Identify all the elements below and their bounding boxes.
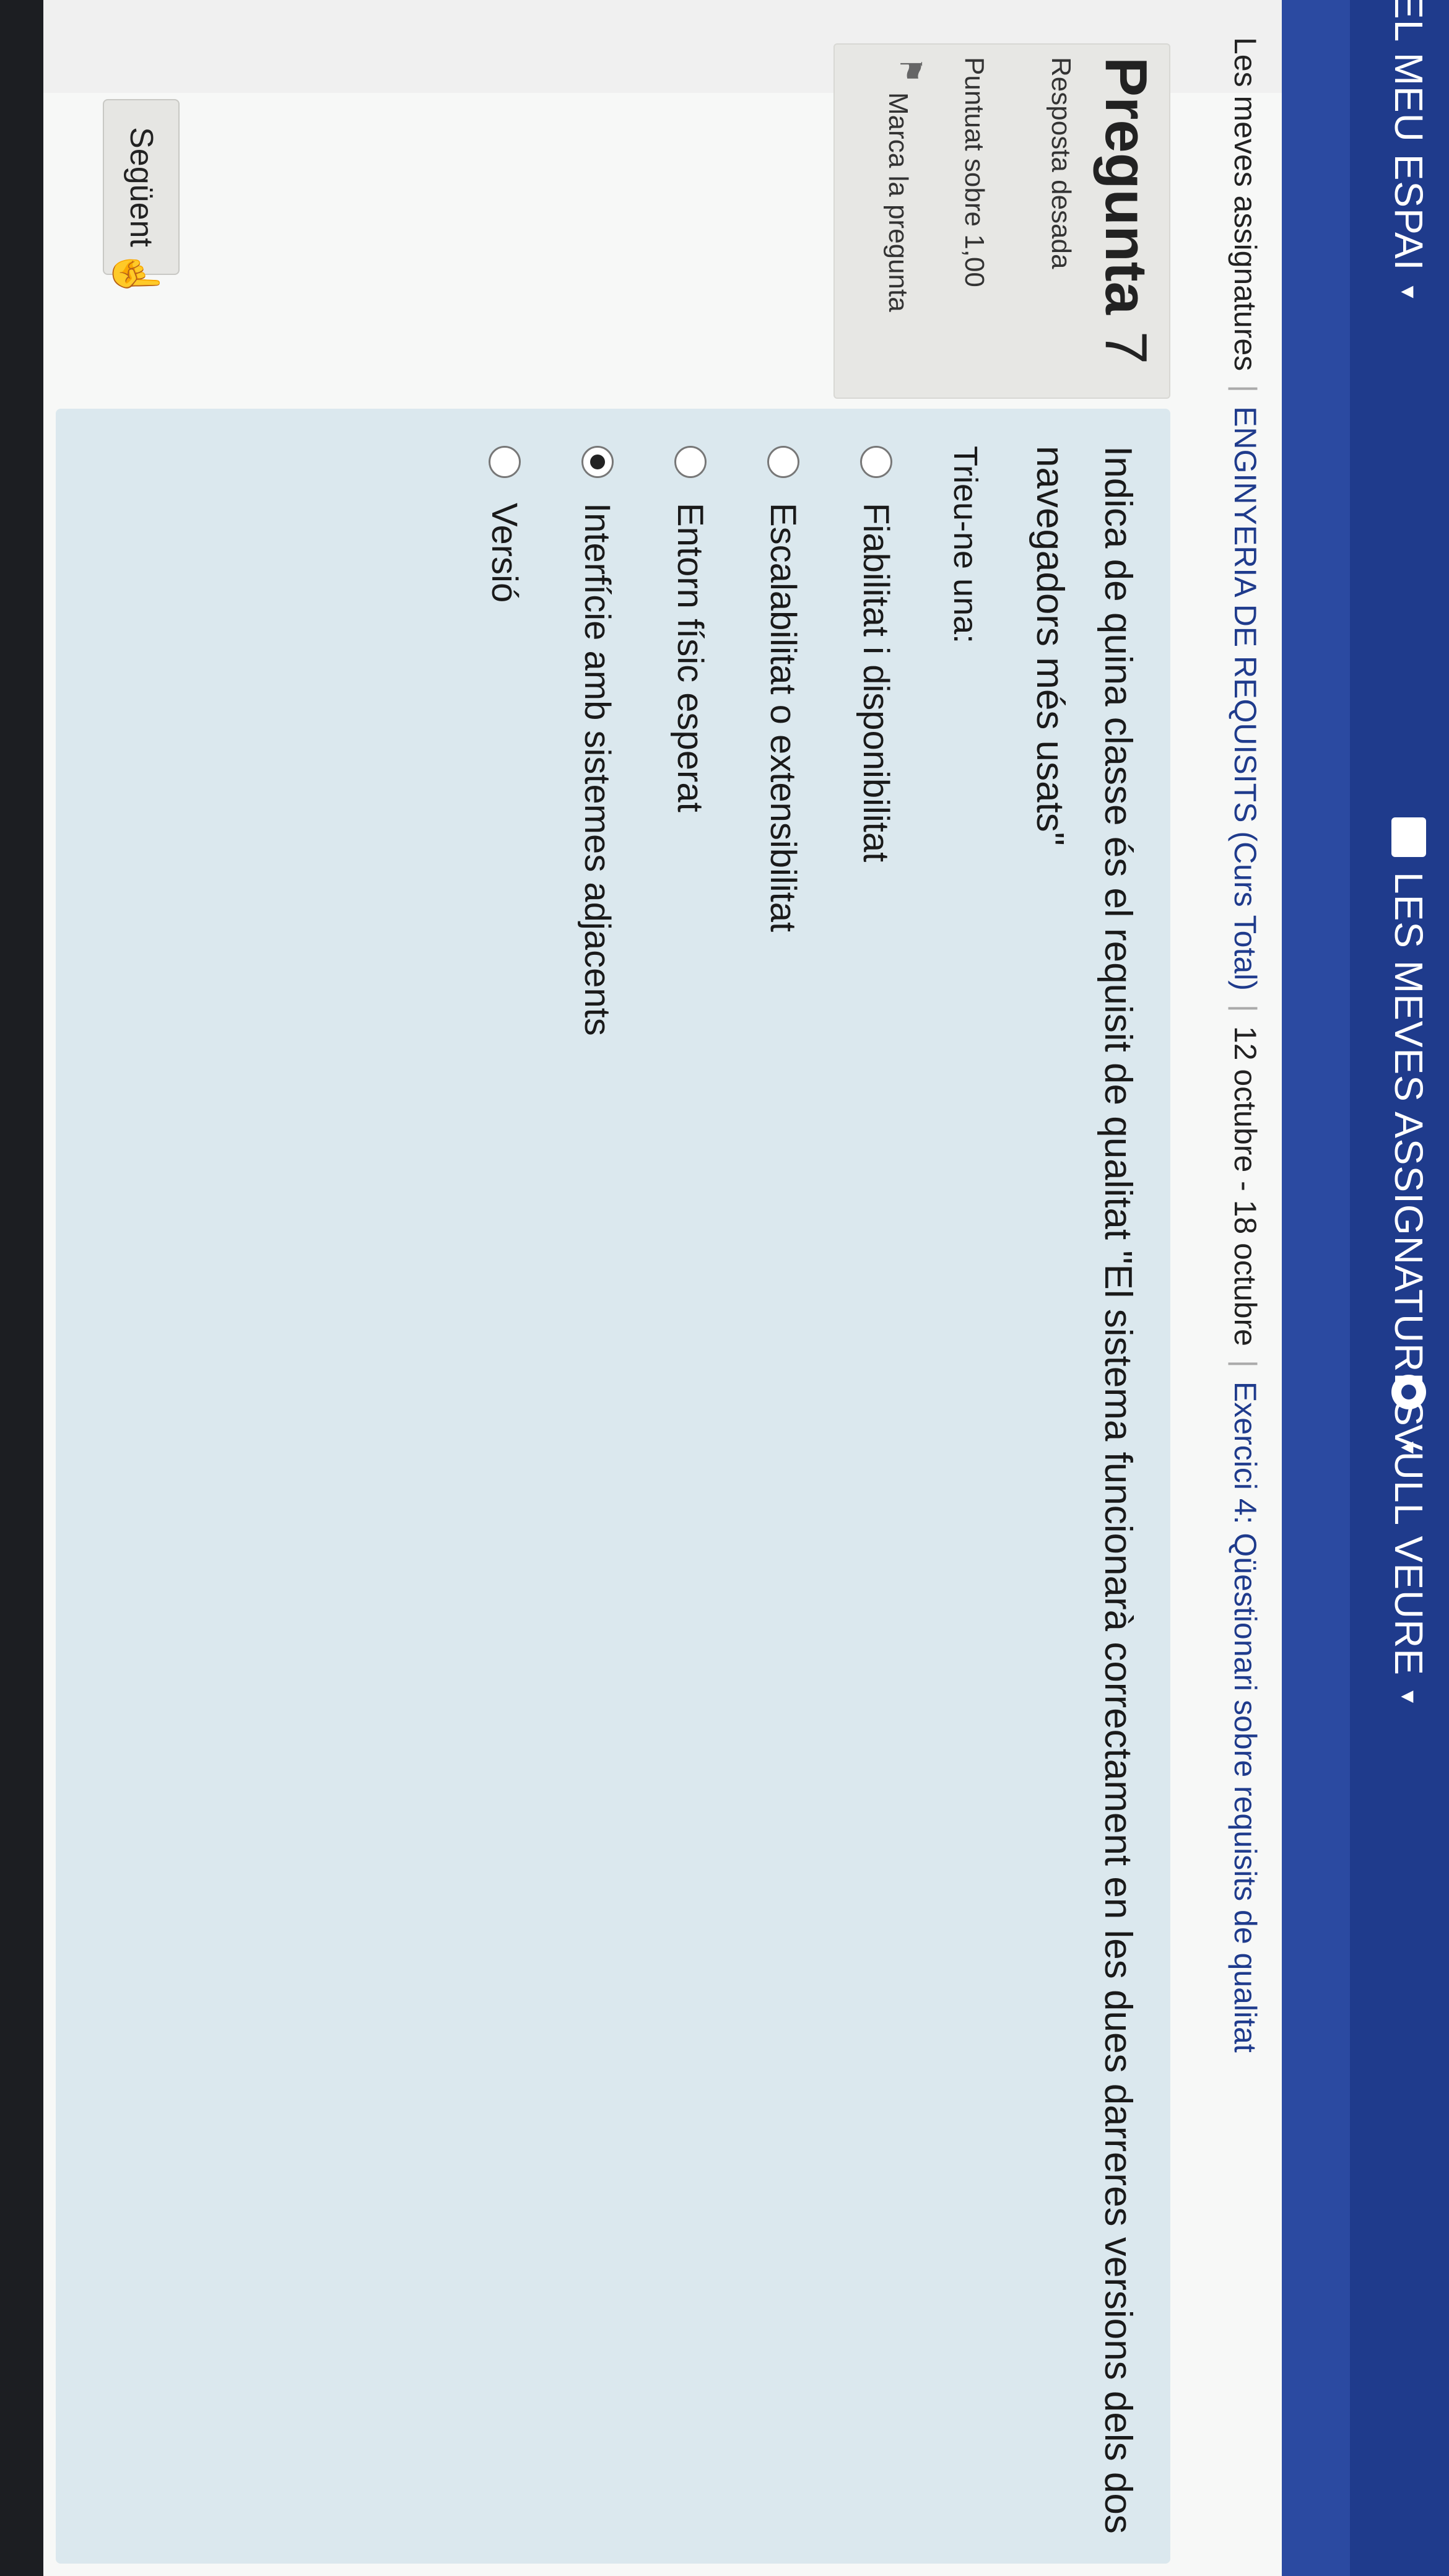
nav-item-el-meu-espai[interactable]: EL MEU ESPAI ▾: [1386, 0, 1432, 299]
top-navigation: EL MEU ESPAI ▾ LES MEVES ASSIGNATURES ▾ …: [1282, 0, 1449, 2576]
option-label: Entorn físic esperat: [670, 503, 711, 812]
option-label: Fiabilitat i disponibilitat: [856, 503, 897, 863]
question-title-label: Pregunta: [1093, 57, 1159, 315]
question-state: Resposta desada: [1046, 57, 1076, 269]
flag-icon: ⚑: [894, 57, 926, 84]
option-label: Interfície amb sistemes adjacents: [577, 503, 618, 1036]
answer-prompt: Trieu-ne una:: [947, 446, 984, 644]
eye-icon: [1391, 1375, 1426, 1409]
option-label: Versió: [484, 503, 525, 603]
nav-label: EL MEU ESPAI: [1386, 0, 1431, 271]
nav-secondary-strip: [1282, 0, 1350, 2576]
breadcrumb-item[interactable]: Exercici 4: Qüestionari sobre requisits …: [1227, 1382, 1263, 2053]
flag-question-link[interactable]: ⚑ Marca la pregunta: [869, 57, 928, 312]
breadcrumb-separator: |: [1228, 385, 1263, 393]
radio-button[interactable]: [489, 446, 521, 478]
breadcrumb-item[interactable]: 12 octubre - 18 octubre: [1227, 1026, 1263, 1346]
question-number: 7: [1093, 331, 1159, 365]
radio-button[interactable]: [860, 446, 892, 478]
question-panel: Indica de quina classe és el requisit de…: [56, 409, 1170, 2564]
hand-pointer-icon: ☝: [112, 248, 160, 302]
nav-label: LES MEVES ASSIGNATURES: [1386, 872, 1431, 1427]
nav-item-vull-veure[interactable]: VULL VEURE ▾: [1386, 1375, 1432, 1704]
question-grade: Puntuat sobre 1,00: [959, 57, 990, 287]
answer-options: Fiabilitat i disponibilitat Escalabilita…: [458, 446, 923, 1036]
radio-button[interactable]: [674, 446, 707, 478]
quiz-screen: EL MEU ESPAI ▾ LES MEVES ASSIGNATURES ▾ …: [0, 0, 1449, 2576]
radio-button[interactable]: [581, 446, 614, 478]
answer-option[interactable]: Fiabilitat i disponibilitat: [830, 446, 923, 1036]
answer-option[interactable]: Escalabilitat o extensibilitat: [737, 446, 830, 1036]
question-title: Pregunta 7: [1092, 57, 1160, 364]
main-content: Les meves assignatures | ENGINYERIA DE R…: [0, 0, 1282, 2576]
flag-label: Marca la pregunta: [883, 92, 913, 312]
breadcrumb-item[interactable]: Les meves assignatures: [1227, 37, 1263, 371]
question-info: Pregunta 7 Resposta desada Puntuat sobre…: [833, 43, 1170, 399]
breadcrumb-separator: |: [1228, 1004, 1263, 1012]
chevron-down-icon: ▾: [1395, 1690, 1422, 1704]
nav-label: VULL VEURE: [1386, 1424, 1431, 1676]
answer-option[interactable]: Entorn físic esperat: [644, 446, 737, 1036]
breadcrumb-separator: |: [1228, 1359, 1263, 1368]
answer-option[interactable]: Versió: [458, 446, 551, 1036]
screen-bezel: [0, 0, 43, 2576]
breadcrumb: Les meves assignatures | ENGINYERIA DE R…: [1227, 37, 1263, 2053]
radio-button[interactable]: [767, 446, 799, 478]
book-icon: [1391, 817, 1426, 857]
nav-item-les-meves-assignatures[interactable]: LES MEVES ASSIGNATURES ▾: [1386, 817, 1432, 1455]
question-text: Indica de quina classe és el requisit de…: [1029, 446, 1139, 2534]
breadcrumb-item[interactable]: ENGINYERIA DE REQUISITS (Curs Total): [1227, 406, 1263, 991]
answer-option[interactable]: Interfície amb sistemes adjacents: [551, 446, 644, 1036]
option-label: Escalabilitat o extensibilitat: [763, 503, 804, 933]
chevron-down-icon: ▾: [1395, 285, 1422, 299]
